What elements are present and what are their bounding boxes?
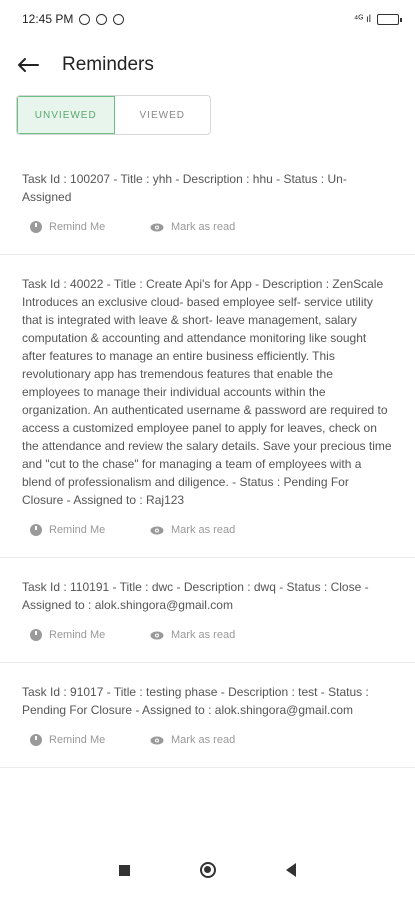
mark-as-read-label: Mark as read <box>171 629 236 641</box>
status-bar: 12:45 PM ⁴ᴳ ıl <box>0 0 415 38</box>
clock-icon <box>30 629 42 641</box>
reminder-card: Task Id : 110191 - Title : dwc - Descrip… <box>0 558 415 663</box>
notification-icon <box>96 13 108 25</box>
signal-text: ⁴ᴳ ıl <box>353 13 371 25</box>
remind-me-label: Remind Me <box>49 629 106 641</box>
reminder-actions: Remind Me Mark as read <box>22 729 393 751</box>
reminder-text: Task Id : 91017 - Title : testing phase … <box>22 685 369 717</box>
mark-as-read-label: Mark as read <box>171 524 236 536</box>
mark-as-read-label: Mark as read <box>171 221 236 233</box>
remind-me-button[interactable]: Remind Me <box>30 629 150 641</box>
app-header: Reminders <box>0 44 415 86</box>
eye-icon <box>150 223 164 231</box>
notification-icon <box>113 13 125 25</box>
eye-icon <box>150 631 164 639</box>
eye-icon <box>150 526 164 534</box>
remind-me-button[interactable]: Remind Me <box>30 221 150 233</box>
battery-icon <box>377 13 402 25</box>
mark-as-read-label: Mark as read <box>171 734 236 746</box>
remind-me-button[interactable]: Remind Me <box>30 524 150 536</box>
reminder-actions: Remind Me Mark as read <box>22 216 393 238</box>
clock-icon <box>30 734 42 746</box>
reminder-list: Task Id : 100207 - Title : yhh - Descrip… <box>0 150 415 768</box>
reminder-text: Task Id : 110191 - Title : dwc - Descrip… <box>22 580 369 612</box>
page-title: Reminders <box>62 54 154 75</box>
system-nav-bar <box>0 840 415 900</box>
tab-viewed[interactable]: VIEWED <box>115 96 211 134</box>
mark-as-read-button[interactable]: Mark as read <box>150 734 235 746</box>
reminder-card: Task Id : 91017 - Title : testing phase … <box>0 663 415 768</box>
reminder-text: Task Id : 40022 - Title : Create Api's f… <box>22 277 392 507</box>
back-arrow-icon[interactable] <box>16 53 40 77</box>
reminder-text: Task Id : 100207 - Title : yhh - Descrip… <box>22 172 347 204</box>
mark-as-read-button[interactable]: Mark as read <box>150 221 235 233</box>
reminder-card: Task Id : 100207 - Title : yhh - Descrip… <box>0 150 415 255</box>
tab-unviewed[interactable]: UNVIEWED <box>17 96 115 134</box>
clock-icon <box>30 524 42 536</box>
eye-icon <box>150 736 164 744</box>
status-time: 12:45 PM <box>22 12 74 26</box>
remind-me-label: Remind Me <box>49 734 106 746</box>
status-right: ⁴ᴳ ıl <box>353 13 402 25</box>
remind-me-label: Remind Me <box>49 221 106 233</box>
reminder-card: Task Id : 40022 - Title : Create Api's f… <box>0 255 415 558</box>
reminder-actions: Remind Me Mark as read <box>22 624 393 646</box>
back-triangle-icon[interactable] <box>286 863 296 877</box>
status-left: 12:45 PM <box>22 12 125 26</box>
reminder-actions: Remind Me Mark as read <box>22 519 393 541</box>
home-circle-icon[interactable] <box>200 862 216 878</box>
remind-me-button[interactable]: Remind Me <box>30 734 150 746</box>
alarm-icon <box>79 13 91 25</box>
mark-as-read-button[interactable]: Mark as read <box>150 524 235 536</box>
clock-icon <box>30 221 42 233</box>
recents-square-icon[interactable] <box>119 864 130 876</box>
mark-as-read-button[interactable]: Mark as read <box>150 629 235 641</box>
remind-me-label: Remind Me <box>49 524 106 536</box>
tab-bar: UNVIEWED VIEWED <box>16 95 211 135</box>
